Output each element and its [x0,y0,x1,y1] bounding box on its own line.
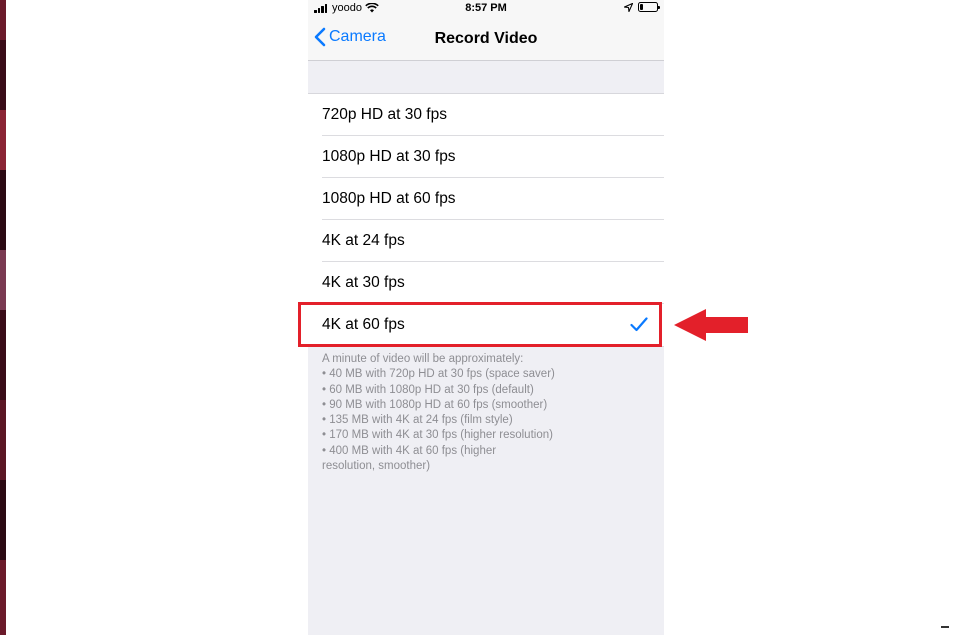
option-1080p-30[interactable]: 1080p HD at 30 fps [308,136,664,178]
option-label: 1080p HD at 60 fps [322,190,456,207]
status-time: 8:57 PM [465,2,507,14]
footnote-line: resolution, smoother) [322,460,431,473]
option-label: 1080p HD at 30 fps [322,148,456,165]
footnote-line: • 170 MB with 4K at 30 fps (higher resol… [322,429,553,442]
option-1080p-60[interactable]: 1080p HD at 60 fps [308,178,664,220]
location-arrow-icon [624,2,633,12]
page-title: Record Video [434,30,538,47]
option-label: 720p HD at 30 fps [322,106,447,123]
status-right [624,2,660,12]
battery-icon [638,2,660,12]
background-window-edge [0,0,6,635]
status-bar: yoodo 8:57 PM [308,0,664,18]
navigation-bar: Camera Record Video [308,18,664,61]
option-label: 4K at 60 fps [322,316,405,333]
option-label: 4K at 30 fps [322,274,405,291]
footnote-line: • 400 MB with 4K at 60 fps (higher [322,444,497,457]
screenshot-stage: yoodo 8:57 PM Camera Record Video 720p H… [0,0,959,635]
option-4k-30[interactable]: 4K at 30 fps [308,262,664,304]
option-4k-24[interactable]: 4K at 24 fps [308,220,664,262]
footnote-line: • 40 MB with 720p HD at 30 fps (space sa… [322,368,555,381]
footnote-line: A minute of video will be approximately: [322,353,524,365]
phone-screen: yoodo 8:57 PM Camera Record Video 720p H… [308,0,664,635]
footnote-line: • 60 MB with 1080p HD at 30 fps (default… [322,383,534,396]
option-720p-30[interactable]: 720p HD at 30 fps [308,94,664,136]
checkmark-icon [630,317,648,332]
option-4k-60[interactable]: 4K at 60 fps [308,304,664,346]
option-label: 4K at 24 fps [322,232,405,249]
footnote-line: • 135 MB with 4K at 24 fps (film style) [322,414,513,427]
red-arrow-icon [674,309,748,341]
storage-footnote: A minute of video will be approximately:… [322,352,612,474]
footnote-line: • 90 MB with 1080p HD at 60 fps (smoothe… [322,398,548,411]
record-video-options: 720p HD at 30 fps 1080p HD at 30 fps 108… [308,93,664,347]
corner-mark [941,626,949,628]
